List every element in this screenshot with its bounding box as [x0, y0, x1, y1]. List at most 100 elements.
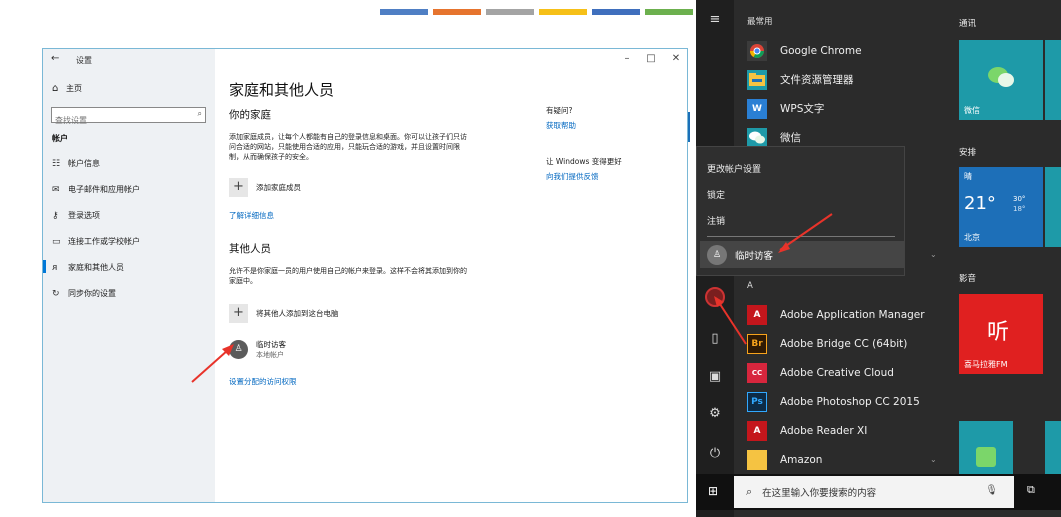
search-icon: ⌕	[746, 485, 753, 498]
windows-start-icon[interactable]: ⊞	[708, 484, 718, 498]
tile-wechat[interactable]: 微信	[959, 40, 1043, 120]
key-icon: ⚷	[52, 210, 59, 221]
account-menu: 更改帐户设置 锁定 注销 ♙ 临时访客	[696, 146, 905, 276]
family-description: 添加家庭成员，让每个人都能有自己的登录信息和桌面。你可以让孩子们只访问合适的网站…	[229, 133, 467, 161]
tile-label: 微信	[964, 106, 980, 115]
communication-heading: 通讯	[959, 19, 977, 29]
account-avatar[interactable]	[705, 287, 725, 307]
tile-label: 喜马拉雅FM	[964, 360, 1008, 369]
feedback-link[interactable]: 向我们提供反馈	[546, 171, 599, 182]
task-view-icon[interactable]: ⧉	[1027, 483, 1035, 497]
sidebar-item-signin-options[interactable]: ⚷ 登录选项	[52, 210, 100, 221]
weather-low: 18°	[1013, 205, 1026, 213]
change-account-settings[interactable]: 更改帐户设置	[707, 162, 761, 175]
app-amazon[interactable]: Amazon	[747, 447, 822, 472]
nav-home-label: 主页	[66, 84, 82, 93]
taskbar-search[interactable]: ⌕ 在这里输入你要搜索的内容 🎙	[734, 476, 1014, 508]
guest-user-entry[interactable]: ♙ 临时访客 本地帐户	[229, 339, 286, 360]
app-adobe-application-manager[interactable]: A Adobe Application Manager	[747, 302, 925, 327]
search-input[interactable]	[52, 113, 182, 128]
sidebar-item-work-school[interactable]: ▭ 连接工作或学校帐户	[52, 236, 140, 247]
user-avatar-icon: ♙	[707, 244, 727, 265]
add-other-user-button[interactable]: + 将其他人添加到这台电脑	[229, 304, 339, 323]
wechat-icon	[747, 127, 767, 148]
guest-user-name: 临时访客	[256, 340, 286, 349]
arrow-left-icon[interactable]: ←	[51, 53, 59, 64]
tile-app[interactable]	[959, 421, 1013, 474]
people-icon: ᴙ	[52, 262, 58, 273]
page-title: 家庭和其他人员	[229, 81, 335, 99]
sidebar-section-heading: 帐户	[52, 134, 68, 143]
pictures-icon[interactable]: ▣	[696, 369, 734, 384]
switch-user-guest[interactable]: ♙ 临时访客	[700, 241, 904, 268]
maximize-button[interactable]: □	[644, 53, 658, 64]
taskbar-search-placeholder: 在这里输入你要搜索的内容	[762, 488, 877, 499]
app-adobe-creative-cloud[interactable]: CC Adobe Creative Cloud	[747, 360, 894, 385]
sidebar-item-label: 登录选项	[68, 211, 100, 220]
tile-weather[interactable]: 晴 21° 30° 18° 北京	[959, 167, 1043, 247]
tile-ximalaya[interactable]: 听 喜马拉雅FM	[959, 294, 1043, 374]
chevron-down-icon[interactable]: ⌄	[930, 250, 937, 259]
family-section-title: 你的家庭	[229, 109, 271, 121]
assigned-access-link[interactable]: 设置分配的访问权限	[229, 376, 297, 387]
improve-windows-text: 让 Windows 变得更好	[546, 157, 622, 166]
chrome-icon	[747, 40, 767, 61]
tile-partial[interactable]	[1045, 421, 1061, 474]
tile-partial[interactable]	[1045, 167, 1061, 247]
bridge-icon: Br	[747, 333, 767, 354]
sign-out-option[interactable]: 注销	[707, 214, 725, 227]
app-adobe-bridge[interactable]: Br Adobe Bridge CC (64bit)	[747, 331, 907, 356]
sidebar-item-account-info[interactable]: ☷ 帐户信息	[52, 158, 100, 169]
search-icon: ⌕	[197, 109, 202, 118]
wechat-icon	[988, 67, 1014, 87]
stripe-1	[380, 9, 428, 15]
add-family-member-button[interactable]: + 添加家庭成员	[229, 178, 301, 197]
gear-icon[interactable]: ⚙	[696, 406, 734, 421]
letter-heading-a: A	[747, 281, 753, 291]
microphone-icon[interactable]: 🎙	[985, 485, 998, 496]
power-icon[interactable]: ⏻	[696, 446, 734, 461]
screenshot-root: ← 设置 – □ ✕ ⌂ 主页 ⌕ 帐户 ☷ 帐户信息 ✉ 电子邮件和应用帐户 …	[0, 0, 1061, 517]
sidebar-item-label: 连接工作或学校帐户	[68, 237, 140, 246]
wps-icon: W	[747, 98, 767, 119]
weather-temp: 21°	[964, 193, 996, 214]
sidebar-item-label: 家庭和其他人员	[68, 263, 124, 272]
title-bar: ← 设置 – □ ✕	[43, 49, 687, 71]
app-file-explorer[interactable]: 文件资源管理器	[747, 67, 854, 92]
close-button[interactable]: ✕	[669, 53, 683, 64]
app-label: Adobe Photoshop CC 2015	[780, 395, 920, 408]
minimize-button[interactable]: –	[620, 53, 634, 64]
app-adobe-reader[interactable]: A Adobe Reader XI	[747, 418, 867, 443]
arrange-heading: 安排	[959, 148, 977, 158]
settings-search[interactable]: ⌕	[51, 107, 206, 128]
most-used-heading: 最常用	[747, 17, 773, 27]
document-icon[interactable]: ▯	[696, 331, 734, 346]
app-label: 文件资源管理器	[780, 74, 854, 86]
app-label: WPS文字	[780, 103, 825, 115]
get-help-link[interactable]: 获取帮助	[546, 120, 576, 131]
learn-more-link[interactable]: 了解详细信息	[229, 210, 274, 221]
app-google-chrome[interactable]: Google Chrome	[747, 38, 862, 63]
lock-option[interactable]: 锁定	[707, 188, 725, 201]
sync-icon: ↻	[52, 288, 60, 299]
app-tile-icon	[976, 447, 996, 467]
others-description: 允许不是你家庭一员的用户使用自己的帐户来登录。这样不会将其添加到你的家庭中。	[229, 267, 467, 285]
sidebar-item-sync[interactable]: ↻ 同步你的设置	[52, 288, 116, 299]
app-label: Adobe Reader XI	[780, 424, 868, 437]
chevron-down-icon[interactable]: ⌄	[930, 455, 937, 464]
app-label: Adobe Bridge CC (64bit)	[780, 337, 908, 350]
app-wps-writer[interactable]: W WPS文字	[747, 96, 824, 121]
guest-user-text: 临时访客 本地帐户	[256, 339, 286, 360]
settings-window: ← 设置 – □ ✕ ⌂ 主页 ⌕ 帐户 ☷ 帐户信息 ✉ 电子邮件和应用帐户 …	[42, 48, 688, 503]
photoshop-icon: Ps	[747, 391, 767, 412]
amazon-folder-icon	[747, 449, 767, 470]
hamburger-icon[interactable]: ≡	[696, 12, 734, 27]
tile-partial[interactable]	[1045, 40, 1061, 120]
app-adobe-photoshop[interactable]: Ps Adobe Photoshop CC 2015	[747, 389, 920, 414]
sidebar-item-email-accounts[interactable]: ✉ 电子邮件和应用帐户	[52, 184, 140, 195]
window-title: 设置	[76, 56, 92, 65]
sidebar-item-family[interactable]: ᴙ 家庭和其他人员	[43, 260, 124, 273]
creative-cloud-icon: CC	[747, 362, 767, 383]
nav-home[interactable]: ⌂ 主页	[52, 83, 82, 94]
person-card-icon: ☷	[52, 158, 61, 169]
